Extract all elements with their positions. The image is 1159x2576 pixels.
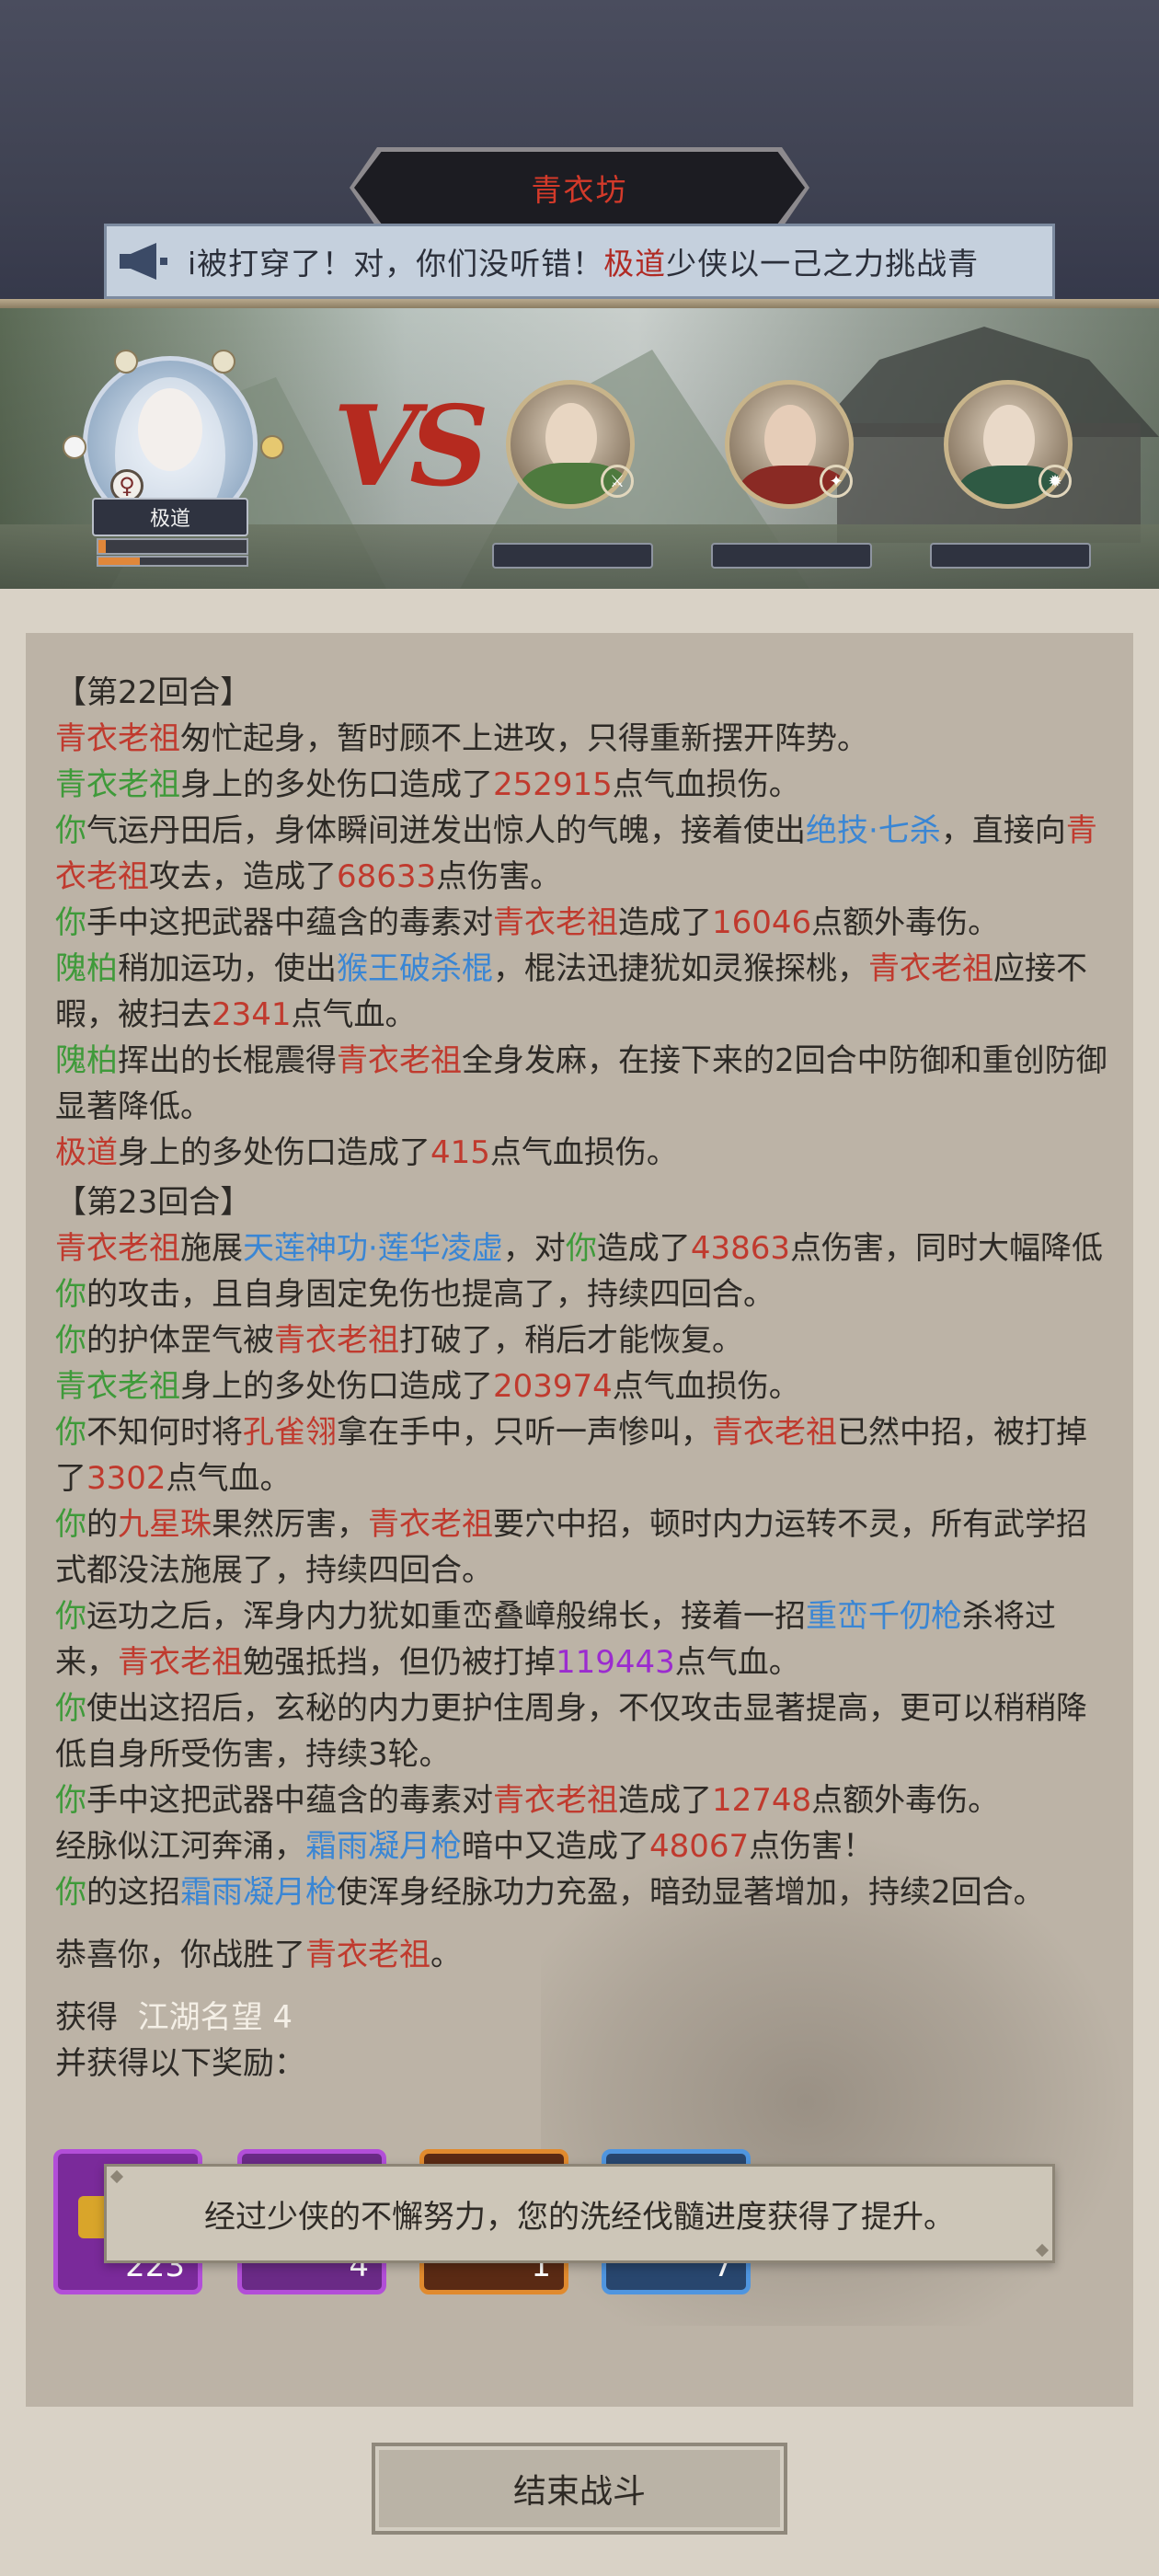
log-line: 隗柏稍加运功，使出猴王破杀棍，棍法迅捷犹如灵猴探桃，青衣老祖应接不暇，被扫去23… [55, 950, 1087, 1033]
log-line: 青衣老祖身上的多处伤口造成了203974点气血损伤。 [55, 1368, 800, 1405]
marquee-text-suffix: 少侠以一己之力挑战青 [666, 246, 980, 282]
log-line: 你运功之后，浑身内力犹如重峦叠嶂般绵长，接着一招重峦千仞枪杀将过来，青衣老祖勉强… [55, 1598, 1056, 1681]
victory-message: 恭喜你，你战胜了青衣老祖。 [55, 1937, 462, 1973]
moon-icon [63, 435, 86, 459]
enemy-hp-bar-3 [930, 543, 1091, 569]
fan-icon: ✦ [820, 465, 853, 498]
enemy-hp-bar-2 [711, 543, 872, 569]
portrait-face [764, 405, 816, 475]
sun-icon [260, 435, 284, 459]
ornament-icon [212, 350, 235, 374]
marquee-text-prefix: i被打穿了！对，你们没听错！ [188, 246, 604, 282]
log-line: 青衣老祖施展天莲神功·莲华凌虚，对你造成了43863点伤害，同时大幅降低你的攻击… [55, 1230, 1103, 1313]
log-line: 你手中这把武器中蕴含的毒素对青衣老祖造成了12748点额外毒伤。 [55, 1782, 1000, 1819]
player-hp-fill [98, 540, 107, 553]
log-line: 极道身上的多处伤口造成了415点气血损伤。 [55, 1134, 678, 1171]
player-mp-bar [97, 556, 248, 567]
log-line: 你气运丹田后，身体瞬间迸发出惊人的气魄，接着使出绝技·七杀，直接向青衣老祖攻去，… [55, 812, 1097, 895]
battle-scene: ♀ 极道 VS ⚔ ✦ ✹ [0, 308, 1159, 589]
log-line: 你使出这招后，玄秘的内力更护住周身，不仅攻击显著提高，更可以稍稍降低自身所受伤害… [55, 1690, 1087, 1773]
battle-log-panel[interactable]: 【第22回合】 青衣老祖匆忙起身，暂时顾不上进攻，只得重新摆开阵势。 青衣老祖身… [26, 633, 1133, 2407]
log-line: 你的九星珠果然厉害，青衣老祖要穴中招，顿时内力运转不灵，所有武学招式都没法施展了… [55, 1506, 1087, 1589]
vs-emblem: VS [333, 382, 489, 512]
megaphone-icon [120, 243, 167, 280]
portrait-face [983, 405, 1035, 475]
title-plate: 青衣坊 [354, 152, 805, 224]
player-mp-fill [98, 558, 141, 565]
round-header: 【第23回合】 [55, 1184, 252, 1221]
log-line: 青衣老祖身上的多处伤口造成了252915点气血损伤。 [55, 766, 800, 803]
player-hp-bar [97, 538, 248, 555]
ornament-icon [114, 350, 138, 374]
log-line: 你不知何时将孔雀翎拿在手中，只听一声惨叫，青衣老祖已然中招，被打掉了3302点气… [55, 1414, 1087, 1497]
enemy-hp-bar-1 [492, 543, 653, 569]
log-line: 你手中这把武器中蕴含的毒素对青衣老祖造成了16046点额外毒伤。 [55, 904, 1000, 941]
log-line: 经脉似江河奔涌，霜雨凝月枪暗中又造成了48067点伤害！ [55, 1828, 875, 1865]
marquee-player-name: 极道 [603, 246, 667, 282]
log-line: 你的护体罡气被青衣老祖打破了，稍后才能恢复。 [55, 1322, 743, 1359]
sword-icon: ⚔ [601, 465, 634, 498]
end-battle-button[interactable]: 结束战斗 [372, 2443, 787, 2535]
rewards-label: 并获得以下奖励： [55, 2045, 305, 2082]
progress-toast: 经过少侠的不懈努力，您的洗经伐髓进度获得了提升。 [104, 2164, 1055, 2263]
announcement-marquee[interactable]: i被打穿了！对，你们没听错！极道少侠以一己之力挑战青 [104, 224, 1055, 299]
log-line: 你的这招霜雨凝月枪使浑身经脉功力充盈，暗劲显著增加，持续2回合。 [55, 1874, 1045, 1911]
reputation-gain: 获得 江湖名望 4 [55, 1999, 293, 2036]
battle-log: 【第22回合】 青衣老祖匆忙起身，暂时顾不上进攻，只得重新摆开阵势。 青衣老祖身… [55, 666, 1113, 2087]
flame-icon: ✹ [1039, 465, 1072, 498]
player-name-plate: 极道 [92, 498, 248, 536]
log-line: 青衣老祖匆忙起身，暂时顾不上进攻，只得重新摆开阵势。 [55, 720, 868, 757]
page-title: 青衣坊 [531, 172, 628, 208]
round-header: 【第22回合】 [55, 674, 252, 711]
log-line: 隗柏挥出的长棍震得青衣老祖全身发麻，在接下来的2回合中防御和重创防御显著降低。 [55, 1042, 1107, 1125]
